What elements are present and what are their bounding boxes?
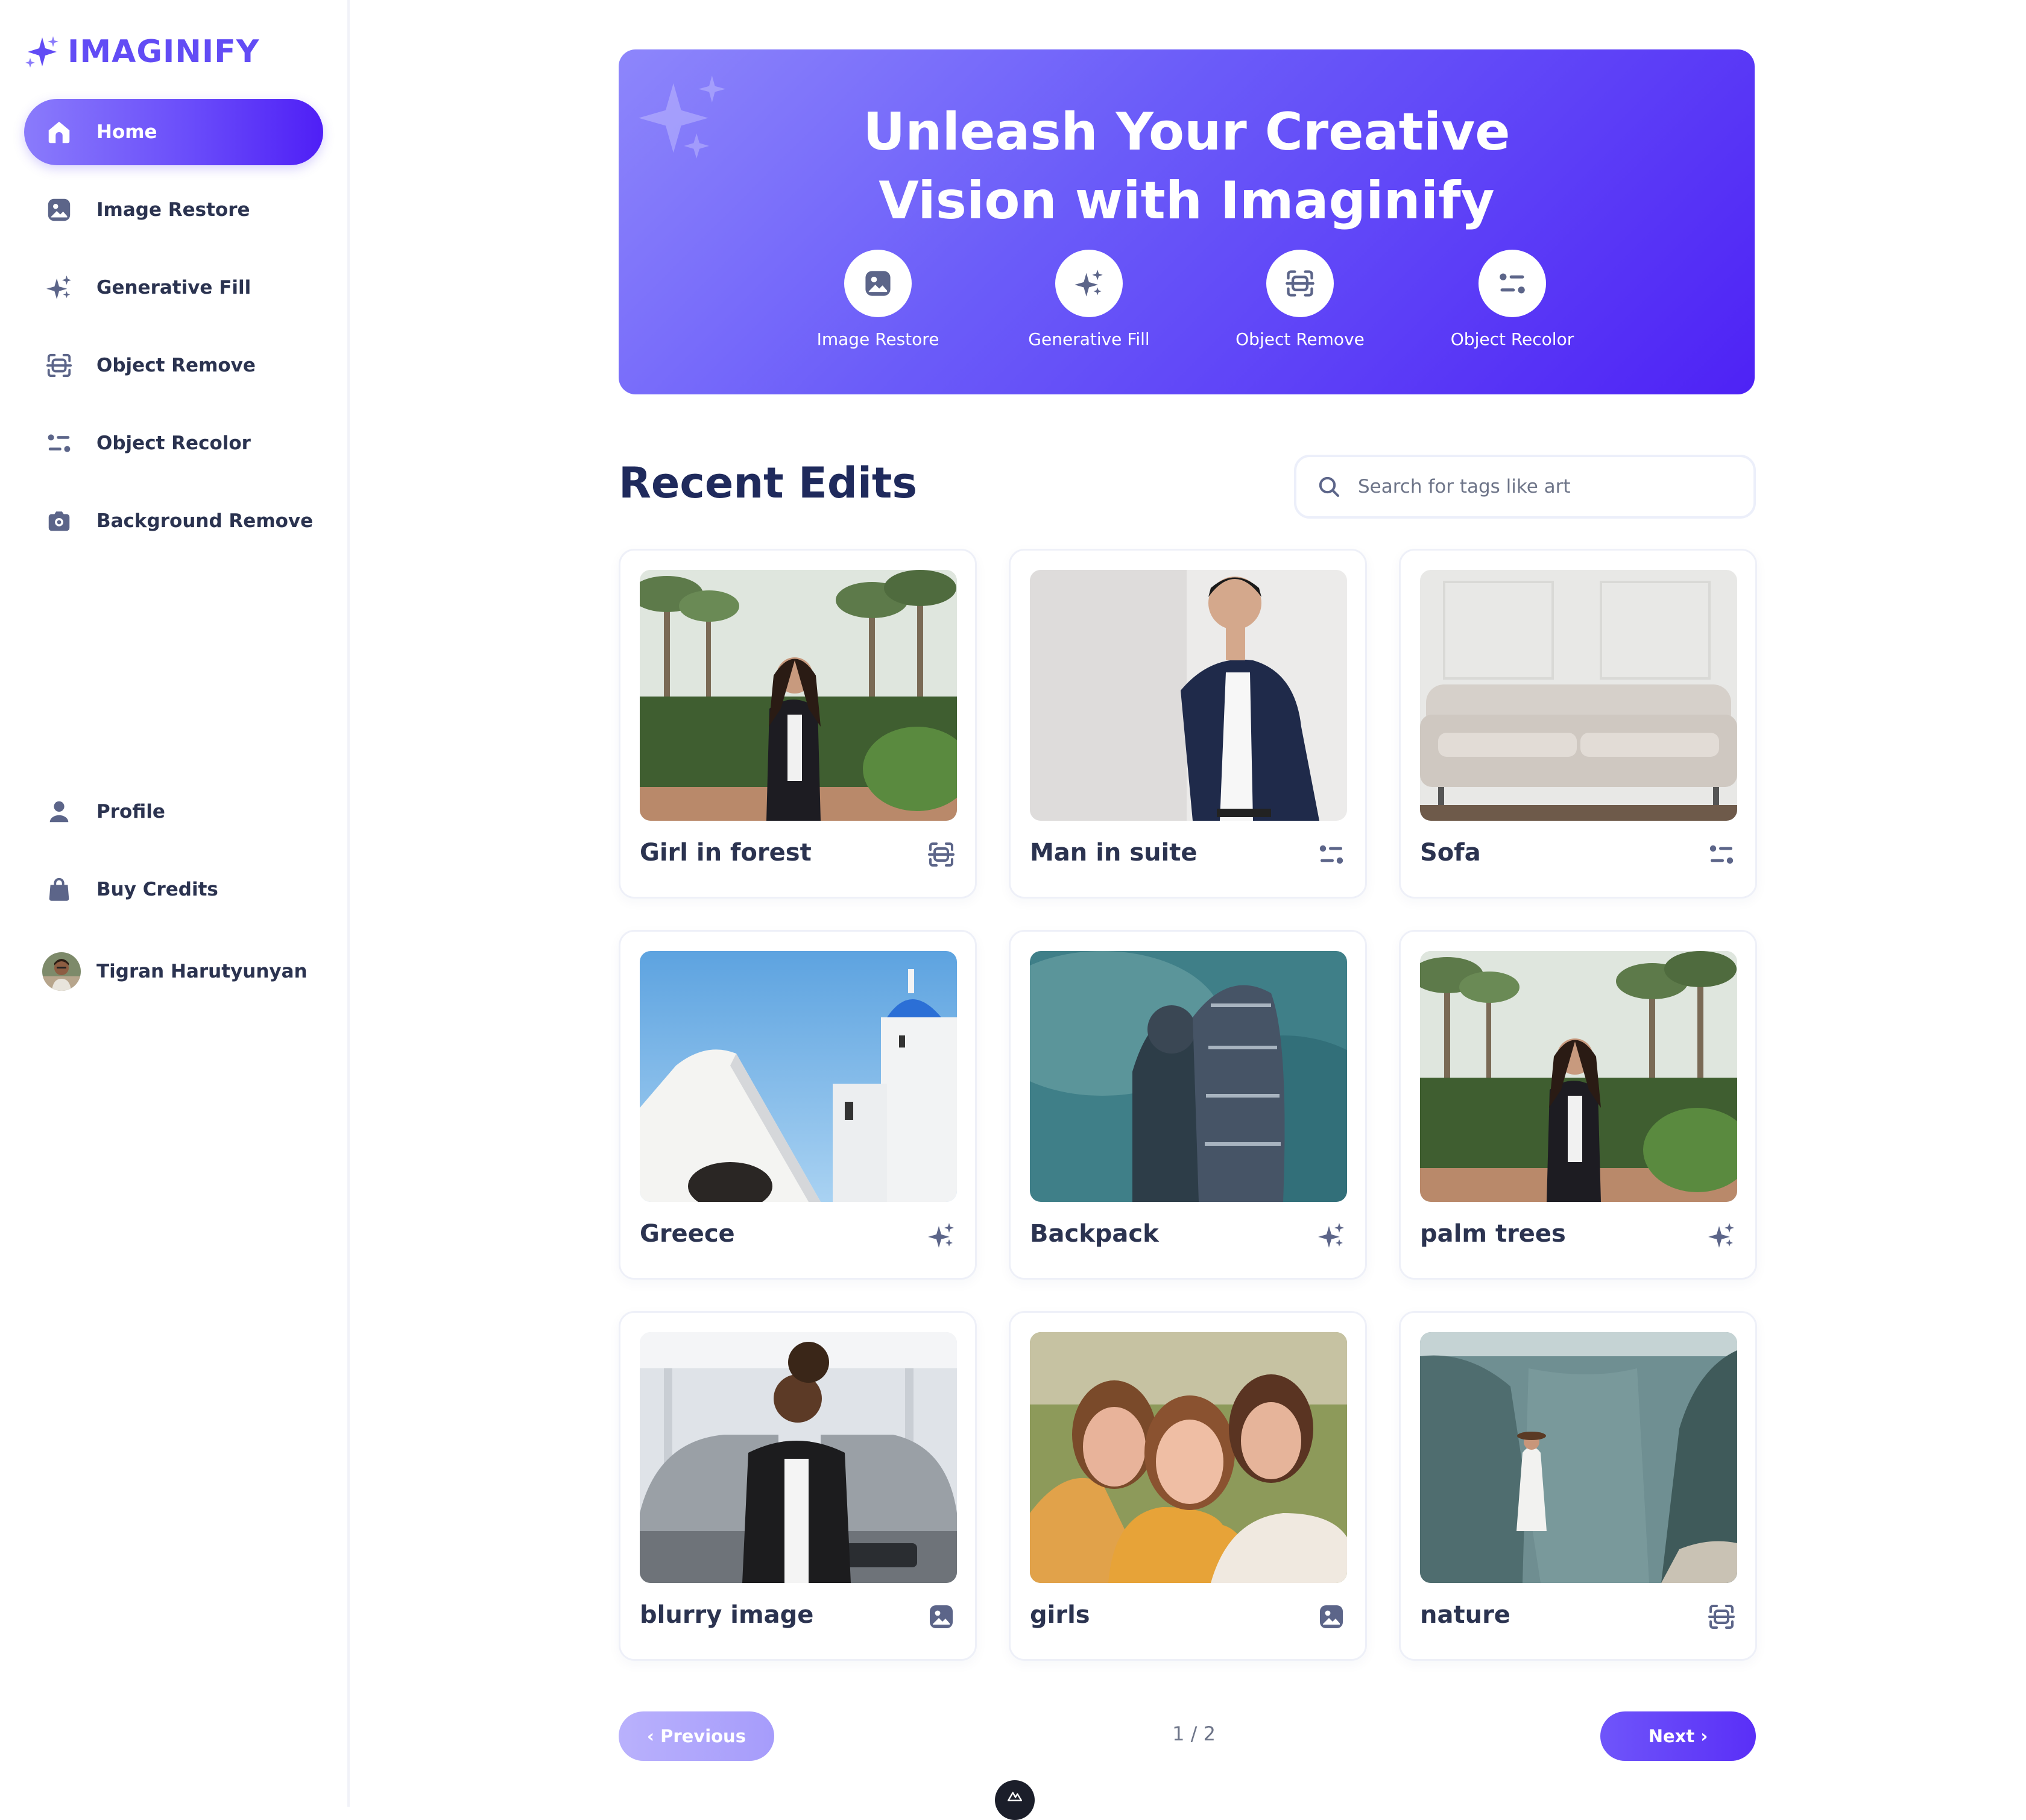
edit-card[interactable]: Man in suite — [1009, 549, 1367, 899]
filter-icon — [45, 429, 74, 458]
nav-item-label: Generative Fill — [96, 277, 251, 299]
edit-thumbnail — [1030, 951, 1347, 1202]
edit-thumbnail — [640, 1332, 957, 1583]
filter-icon — [1500, 273, 1525, 294]
edit-card[interactable]: Backpack — [1009, 930, 1367, 1280]
devtools-badge[interactable] — [995, 1780, 1035, 1820]
nav-item-label: Object Remove — [96, 355, 256, 376]
search-icon — [1319, 476, 1339, 497]
edit-title: Man in suite — [1030, 839, 1198, 867]
user-icon — [45, 797, 74, 826]
edit-thumbnail — [640, 951, 957, 1202]
hero-action-label: Object Recolor — [1450, 329, 1574, 349]
edit-card[interactable]: girls — [1009, 1311, 1367, 1661]
filter-icon — [1317, 840, 1346, 869]
logo[interactable]: IMAGINIFY — [24, 34, 259, 70]
hero-action-label: Image Restore — [816, 329, 939, 349]
sparkles-icon — [1707, 1221, 1736, 1250]
sparkles-icon — [45, 273, 74, 302]
nav-item-generative-fill[interactable]: Generative Fill — [24, 254, 323, 321]
previous-button[interactable]: ‹ Previous — [619, 1711, 774, 1761]
edit-title: Greece — [640, 1220, 735, 1248]
edit-thumbnail — [1030, 570, 1347, 821]
hero-action-circle — [1266, 250, 1334, 317]
hero-action-object-recolor[interactable]: Object Recolor — [1416, 250, 1609, 349]
image-icon — [927, 1602, 956, 1631]
hero-action-object-remove[interactable]: Object Remove — [1204, 250, 1396, 349]
user-name: Tigran Harutyunyan — [96, 961, 308, 982]
edit-title: Girl in forest — [640, 839, 812, 867]
nuxt-icon — [1007, 1792, 1023, 1801]
scan-icon — [1707, 1602, 1736, 1631]
edit-title: Backpack — [1030, 1220, 1159, 1248]
scan-icon — [45, 351, 74, 380]
nav-item-buy-credits[interactable]: Buy Credits — [24, 856, 323, 923]
nav-item-background-remove[interactable]: Background Remove — [24, 488, 323, 554]
search-input[interactable] — [1357, 475, 1745, 498]
edit-card[interactable]: Girl in forest — [619, 549, 977, 899]
hero-action-image-restore[interactable]: Image Restore — [781, 250, 974, 349]
edit-title: girls — [1030, 1601, 1090, 1629]
nav-item-profile[interactable]: Profile — [24, 779, 323, 845]
hero-action-label: Object Remove — [1235, 329, 1365, 349]
next-button[interactable]: Next › — [1600, 1711, 1756, 1761]
hero-action-label: Generative Fill — [1028, 329, 1150, 349]
section-title: Recent Edits — [619, 458, 918, 508]
edit-thumbnail — [1420, 1332, 1737, 1583]
edit-card[interactable]: nature — [1399, 1311, 1757, 1661]
hero-banner: Unleash Your Creative Vision with Imagin… — [619, 49, 1755, 394]
nav-item-image-restore[interactable]: Image Restore — [24, 177, 323, 243]
scan-icon — [1286, 270, 1314, 297]
edit-thumbnail — [1030, 1332, 1347, 1583]
nav-item-object-recolor[interactable]: Object Recolor — [24, 410, 323, 476]
camera-icon — [45, 507, 74, 536]
edit-card[interactable]: palm trees — [1399, 930, 1757, 1280]
logo-text: IMAGINIFY — [68, 34, 260, 70]
nav-item-label: Background Remove — [96, 510, 314, 532]
edit-card[interactable]: blurry image — [619, 1311, 977, 1661]
nav-item-label: Object Recolor — [96, 432, 251, 454]
home-icon — [45, 118, 74, 147]
page-indicator: 1 / 2 — [1172, 1722, 1216, 1745]
nav-item-label: Image Restore — [96, 199, 250, 221]
hero-action-generative-fill[interactable]: Generative Fill — [992, 250, 1185, 349]
search-box — [1294, 455, 1756, 519]
hero-action-circle — [1478, 250, 1546, 317]
edit-title: palm trees — [1420, 1220, 1566, 1248]
edit-card[interactable]: Sofa — [1399, 549, 1757, 899]
hero-title: Unleash Your Creative Vision with Imagin… — [863, 102, 1510, 231]
edit-card[interactable]: Greece — [619, 930, 977, 1280]
edit-title: nature — [1420, 1601, 1510, 1629]
sparkles-icon — [1075, 270, 1103, 297]
nav-item-object-remove[interactable]: Object Remove — [24, 332, 323, 399]
filter-icon — [1707, 840, 1736, 869]
avatar — [42, 952, 81, 991]
edit-thumbnail — [640, 570, 957, 821]
edit-title: Sofa — [1420, 839, 1481, 867]
sparkles-icon — [927, 1221, 956, 1250]
image-icon — [1317, 1602, 1346, 1631]
bag-icon — [45, 875, 74, 904]
scan-icon — [927, 840, 956, 869]
sidebar: IMAGINIFY Home Image Restore Generative … — [0, 0, 350, 1807]
hero-action-circle — [844, 250, 912, 317]
edit-title: blurry image — [640, 1601, 814, 1629]
nav-item-home[interactable]: Home — [24, 99, 323, 165]
nav-item-label: Profile — [96, 801, 165, 823]
image-icon — [865, 271, 891, 296]
sparkles-icon — [1317, 1221, 1346, 1250]
edit-thumbnail — [1420, 951, 1737, 1202]
nav-item-label: Home — [96, 121, 157, 143]
logo-icon — [25, 36, 58, 68]
edit-thumbnail — [1420, 570, 1737, 821]
hero-action-circle — [1055, 250, 1123, 317]
nav-item-label: Buy Credits — [96, 879, 218, 900]
image-icon — [45, 195, 74, 224]
user-menu[interactable]: Tigran Harutyunyan — [24, 938, 323, 1005]
